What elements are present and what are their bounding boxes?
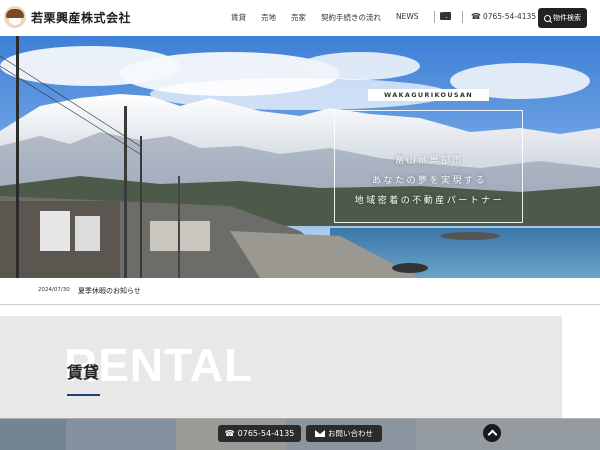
header-phone[interactable]: ☎ 0765-54-4135 bbox=[471, 12, 536, 21]
mail-icon[interactable] bbox=[440, 12, 451, 20]
site-header: 若栗興産株式会社 賃貸 売地 売家 契約手続きの流れ NEWS ☎ 0765-5… bbox=[0, 0, 600, 36]
nav-item-news[interactable]: NEWS bbox=[396, 12, 419, 23]
header-phone-number: 0765-54-4135 bbox=[482, 12, 537, 21]
contact-button-label: お問い合わせ bbox=[328, 429, 373, 438]
nav-item-rental[interactable]: 賃貸 bbox=[231, 12, 246, 23]
rental-heading: 賃貸 bbox=[67, 363, 100, 382]
nav-item-land[interactable]: 売地 bbox=[261, 12, 276, 23]
house-logo-icon bbox=[4, 6, 26, 28]
hero-company-tag: WAKAGURIKOUSAN bbox=[368, 89, 489, 101]
logo-text: 若栗興産株式会社 bbox=[31, 10, 132, 25]
nav-item-contract-flow[interactable]: 契約手続きの流れ bbox=[321, 12, 381, 23]
mail-icon bbox=[315, 430, 325, 437]
hero-caption-line-2: あなたの夢を実現する bbox=[371, 176, 487, 186]
property-search-label: 物件検索 bbox=[553, 14, 581, 22]
property-search-button[interactable]: 物件検索 bbox=[538, 8, 587, 28]
nav-divider bbox=[434, 11, 435, 23]
call-button-number: 0765-54-4135 bbox=[237, 429, 295, 438]
call-button[interactable]: ☎ 0765-54-4135 bbox=[218, 425, 301, 442]
news-date: 2024/07/30 bbox=[38, 287, 70, 293]
hero-caption-frame bbox=[334, 110, 523, 223]
search-icon bbox=[544, 14, 551, 22]
main-nav: 賃貸 売地 売家 契約手続きの流れ NEWS bbox=[231, 12, 419, 23]
news-link[interactable]: 夏季休暇のお知らせ bbox=[78, 286, 141, 296]
news-ticker: 2024/07/30 夏季休暇のお知らせ bbox=[0, 278, 600, 305]
heading-underline bbox=[67, 394, 100, 396]
phone-icon: ☎ bbox=[471, 12, 481, 21]
hero-caption-line-1: 富山県黒部市 bbox=[394, 156, 464, 166]
chevron-up-icon[interactable] bbox=[483, 424, 501, 442]
nav-item-house[interactable]: 売家 bbox=[291, 12, 306, 23]
phone-icon: ☎ bbox=[224, 429, 235, 438]
contact-button[interactable]: お問い合わせ bbox=[306, 425, 382, 442]
nav-divider bbox=[462, 11, 463, 23]
fixed-contact-bar: ☎ 0765-54-4135 お問い合わせ bbox=[0, 418, 600, 450]
logo[interactable]: 若栗興産株式会社 bbox=[4, 6, 131, 28]
hero-caption-line-3: 地域密着の不動産パートナー bbox=[354, 196, 505, 206]
